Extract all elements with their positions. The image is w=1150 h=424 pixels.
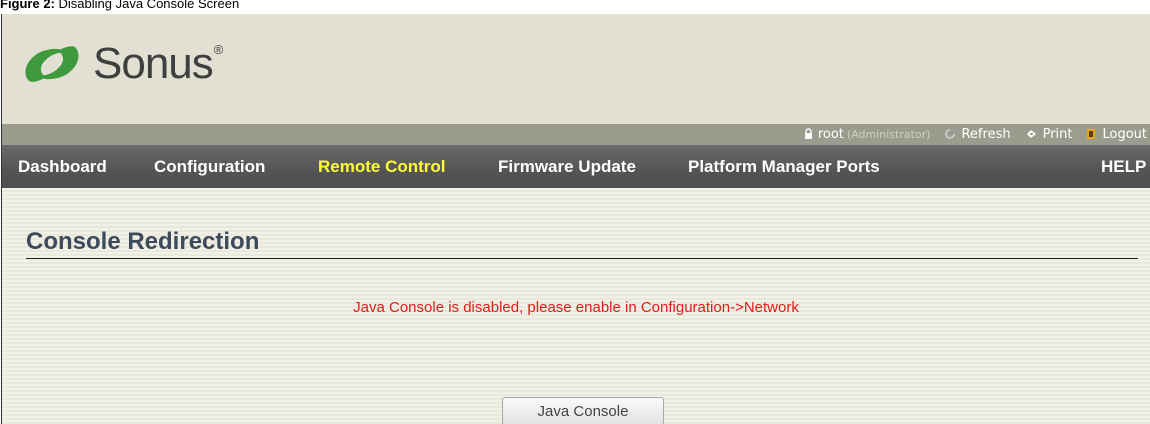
logout-label: Logout xyxy=(1102,127,1147,142)
refresh-label: Refresh xyxy=(961,127,1011,142)
java-console-button[interactable]: Java Console xyxy=(502,397,664,424)
refresh-icon xyxy=(944,128,956,142)
user-role: (Administrator) xyxy=(846,128,931,141)
header: Sonus® xyxy=(2,14,1150,124)
nav-help[interactable]: HELP xyxy=(1101,145,1146,188)
title-divider xyxy=(26,258,1138,259)
current-user: root (Administrator) xyxy=(804,127,931,142)
print-icon xyxy=(1025,128,1038,142)
username: root xyxy=(817,127,844,142)
logo-text: Sonus® xyxy=(93,34,224,94)
logo-wordmark: Sonus xyxy=(93,39,214,88)
print-link[interactable]: Print xyxy=(1025,127,1073,142)
sonus-swirl-icon xyxy=(25,46,79,82)
main-nav: Dashboard Configuration Remote Control F… xyxy=(2,145,1150,188)
lock-icon xyxy=(804,127,813,142)
logout-link[interactable]: Logout xyxy=(1086,127,1147,142)
logout-icon xyxy=(1086,128,1097,142)
refresh-link[interactable]: Refresh xyxy=(944,127,1011,142)
nav-remote-control[interactable]: Remote Control xyxy=(318,145,446,188)
error-message: Java Console is disabled, please enable … xyxy=(353,299,799,316)
registered-mark: ® xyxy=(213,42,224,57)
user-toolbar: root (Administrator) Refresh Print Logout xyxy=(2,124,1150,145)
print-label: Print xyxy=(1042,127,1073,142)
nav-platform-manager-ports[interactable]: Platform Manager Ports xyxy=(688,145,880,188)
main-content: Console Redirection Java Console is disa… xyxy=(2,188,1150,424)
figure-caption: Figure 2: Disabling Java Console Screen xyxy=(0,0,239,12)
page-title: Console Redirection xyxy=(26,228,260,255)
caption-prefix: Figure 2: xyxy=(0,0,55,11)
app-window: Sonus® root (Administrator) Refresh Prin… xyxy=(1,14,1150,424)
sonus-logo: Sonus® xyxy=(19,34,224,94)
caption-text: Disabling Java Console Screen xyxy=(54,0,240,11)
nav-firmware-update[interactable]: Firmware Update xyxy=(498,145,636,188)
nav-dashboard[interactable]: Dashboard xyxy=(18,145,107,188)
nav-configuration[interactable]: Configuration xyxy=(154,145,265,188)
